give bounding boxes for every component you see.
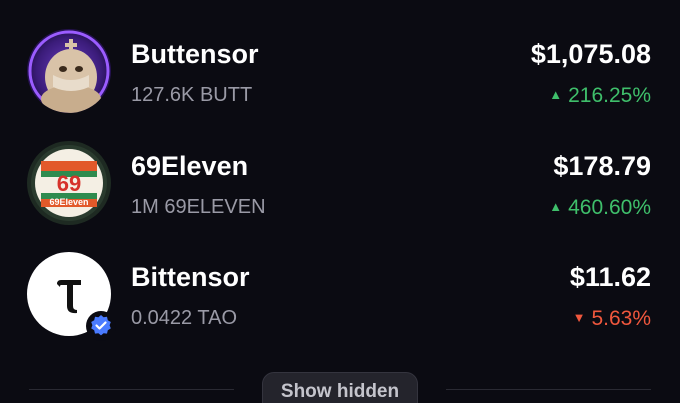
token-row-69eleven[interactable]: 69 69Eleven 69Eleven 1M 69ELEVEN $178.79… [0,137,680,237]
token-row-buttensor[interactable]: Buttensor 127.6K BUTT $1,075.08 ▲ 216.25% [0,25,680,125]
69eleven-logo-icon: 69 69Eleven [27,141,111,225]
token-change-value: 216.25% [568,84,651,107]
token-change: ▲ 216.25% [549,84,651,108]
token-change: ▼ 5.63% [573,307,651,331]
buttensor-logo-icon [27,29,111,113]
token-name: Buttensor [131,39,259,69]
token-value: $1,075.08 [530,39,651,69]
divider-right [446,389,651,390]
69eleven-logo-text: 69Eleven [49,197,88,207]
arrow-up-icon: ▲ [549,87,563,102]
token-change-value: 5.63% [591,307,651,330]
token-list-screen: Buttensor 127.6K BUTT $1,075.08 ▲ 216.25%… [0,0,680,403]
arrow-down-icon: ▼ [572,310,586,325]
token-row-bittensor[interactable]: Bittensor 0.0422 TAO $11.62 ▼ 5.63% [0,248,680,348]
divider-left [29,389,234,390]
token-balance: 0.0422 TAO [131,307,237,329]
token-change: ▲ 460.60% [549,196,651,220]
show-hidden-button[interactable]: Show hidden [262,372,418,403]
token-name: Bittensor [131,262,250,292]
token-name: 69Eleven [131,151,249,181]
token-balance: 127.6K BUTT [131,84,253,106]
token-change-value: 460.60% [568,196,651,219]
token-balance: 1M 69ELEVEN [131,196,266,218]
token-value: $11.62 [569,262,651,292]
token-value: $178.79 [553,151,651,181]
verified-badge-icon [86,311,116,341]
svg-text:69: 69 [57,171,81,196]
arrow-up-icon: ▲ [549,199,563,214]
